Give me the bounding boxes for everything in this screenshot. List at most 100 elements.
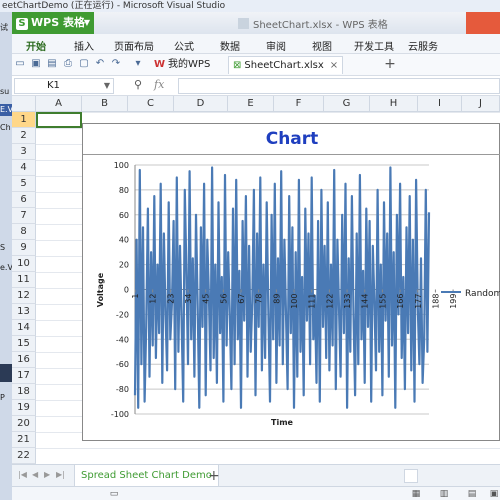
column-header[interactable]: F xyxy=(274,96,324,112)
menu-formulas[interactable]: 公式 xyxy=(174,38,194,53)
row-header[interactable]: 21 xyxy=(12,432,36,448)
add-sheet-icon[interactable]: + xyxy=(208,468,220,484)
x-tick-label: 56 xyxy=(219,294,228,304)
y-tick-label: 40 xyxy=(119,236,129,245)
page-break-view-icon[interactable]: ▤ xyxy=(466,488,478,500)
row-header[interactable]: 14 xyxy=(12,320,36,336)
vs-side-panel: 试 su E.V Ch e.V S P xyxy=(0,12,12,500)
column-header[interactable]: G xyxy=(324,96,370,112)
function-icon[interactable]: fx xyxy=(154,78,164,91)
tab-label: SheetChart.xlsx xyxy=(244,60,324,71)
column-header[interactable]: J xyxy=(462,96,500,112)
menu-review[interactable]: 审阅 xyxy=(266,38,286,53)
column-header[interactable]: H xyxy=(370,96,418,112)
row-header[interactable]: 3 xyxy=(12,144,36,160)
prev-sheet-icon[interactable]: ◀ xyxy=(32,470,38,479)
column-header[interactable]: D xyxy=(174,96,228,112)
next-sheet-icon[interactable]: ▶ xyxy=(44,470,50,479)
y-tick-label: 20 xyxy=(119,261,129,270)
row-header[interactable]: 11 xyxy=(12,272,36,288)
column-header[interactable]: A xyxy=(36,96,82,112)
menu-view[interactable]: 视图 xyxy=(312,38,332,53)
export-icon[interactable]: ▤ xyxy=(46,58,58,70)
row-header[interactable]: 9 xyxy=(12,240,36,256)
row-header[interactable]: 15 xyxy=(12,336,36,352)
status-icon: ▭ xyxy=(109,489,119,499)
tab-sheetchart[interactable]: ⊠ SheetChart.xlsx × xyxy=(228,56,344,74)
column-header[interactable]: C xyxy=(128,96,174,112)
row-header[interactable]: 7 xyxy=(12,208,36,224)
menu-data[interactable]: 数据 xyxy=(220,38,240,53)
y-tick-label: 80 xyxy=(119,186,129,195)
preview-icon[interactable]: ▢ xyxy=(78,58,90,70)
y-tick-label: -20 xyxy=(116,310,129,319)
menu-insert[interactable]: 插入 xyxy=(74,38,94,53)
menu-home[interactable]: 开始 xyxy=(26,38,46,53)
column-header[interactable]: E xyxy=(228,96,274,112)
vs-fragment: Ch xyxy=(0,123,11,132)
vs-fragment: su xyxy=(0,87,10,96)
x-tick-label: 67 xyxy=(237,294,246,304)
name-box[interactable]: K1 ▼ xyxy=(14,78,114,94)
row-header[interactable]: 8 xyxy=(12,224,36,240)
selected-cell[interactable] xyxy=(36,112,82,128)
save-icon[interactable]: ▣ xyxy=(30,58,42,70)
y-tick-label: 100 xyxy=(114,161,129,170)
scroll-handle[interactable] xyxy=(404,469,418,483)
wps-logo-icon: W xyxy=(154,59,166,70)
search-icon[interactable]: ⚲ xyxy=(134,78,142,91)
row-header[interactable]: 17 xyxy=(12,368,36,384)
last-sheet-icon[interactable]: ▶| xyxy=(56,470,65,479)
row-header[interactable]: 5 xyxy=(12,176,36,192)
row-header[interactable]: 2 xyxy=(12,128,36,144)
status-bar: ▭ ▦ ▥ ▤ ▣ xyxy=(12,486,500,500)
chart-object[interactable]: Chart 100 80 60 40 20 0 -20 -40 -60 -80 -100 1 12 23 3… xyxy=(82,123,500,441)
redo-icon[interactable]: ↷ xyxy=(110,58,122,70)
chart-legend: Random xyxy=(441,289,500,299)
print-icon[interactable]: ⎙ xyxy=(62,58,74,70)
row-header[interactable]: 16 xyxy=(12,352,36,368)
sheet-tab-bar: |◀ ◀ ▶ ▶| Spread Sheet Chart Demo + xyxy=(12,464,500,487)
first-sheet-icon[interactable]: |◀ xyxy=(18,470,27,479)
page-layout-view-icon[interactable]: ▥ xyxy=(438,488,450,500)
app-menu-button[interactable]: S WPS 表格 ▼ xyxy=(12,12,94,34)
formula-bar: K1 ▼ ⚲ fx xyxy=(12,76,500,96)
vs-window-title: eetChartDemo (正在运行) - Microsoft Visual S… xyxy=(0,0,500,12)
normal-view-icon[interactable]: ▦ xyxy=(410,488,422,500)
formula-input[interactable] xyxy=(178,78,500,94)
x-tick-label: 188 xyxy=(431,294,440,309)
row-header[interactable]: 6 xyxy=(12,192,36,208)
row-header[interactable]: 1 xyxy=(12,112,36,128)
close-icon[interactable]: × xyxy=(330,60,338,71)
zoom-icon[interactable]: ▣ xyxy=(488,488,500,500)
sheet-tab-spread-sheet-chart-demo[interactable]: Spread Sheet Chart Demo xyxy=(74,465,219,487)
x-tick-label: 78 xyxy=(255,294,264,304)
x-tick-label: 133 xyxy=(343,294,352,309)
undo-icon[interactable]: ↶ xyxy=(94,58,106,70)
row-header[interactable]: 18 xyxy=(12,384,36,400)
x-tick-label: 177 xyxy=(414,294,423,309)
menu-cloud-services[interactable]: 云服务 xyxy=(408,38,438,53)
menu-developer[interactable]: 开发工具 xyxy=(354,38,394,53)
row-header[interactable]: 4 xyxy=(12,160,36,176)
row-header[interactable]: 12 xyxy=(12,288,36,304)
window-control-button[interactable] xyxy=(466,12,500,34)
column-header[interactable]: B xyxy=(82,96,128,112)
vs-panel-dark xyxy=(0,364,12,382)
row-header[interactable]: 19 xyxy=(12,400,36,416)
column-header[interactable]: I xyxy=(418,96,462,112)
new-tab-icon[interactable]: + xyxy=(384,57,396,71)
x-tick-label: 166 xyxy=(396,294,405,309)
series-line-random xyxy=(133,166,431,409)
row-header[interactable]: 22 xyxy=(12,448,36,464)
select-all-corner[interactable] xyxy=(12,96,36,112)
customize-dropdown-icon[interactable]: ▾ xyxy=(132,58,144,70)
tab-my-wps[interactable]: W 我的WPS xyxy=(150,56,214,74)
folder-icon[interactable]: ▭ xyxy=(14,58,26,70)
chart-plot: 100 80 60 40 20 0 -20 -40 -60 -80 -100 1 12 23 34 45 56 6… xyxy=(96,161,458,427)
row-header[interactable]: 20 xyxy=(12,416,36,432)
row-header[interactable]: 13 xyxy=(12,304,36,320)
menu-page-layout[interactable]: 页面布局 xyxy=(114,38,154,53)
document-title: SheetChart.xlsx - WPS 表格 xyxy=(238,16,388,31)
row-header[interactable]: 10 xyxy=(12,256,36,272)
